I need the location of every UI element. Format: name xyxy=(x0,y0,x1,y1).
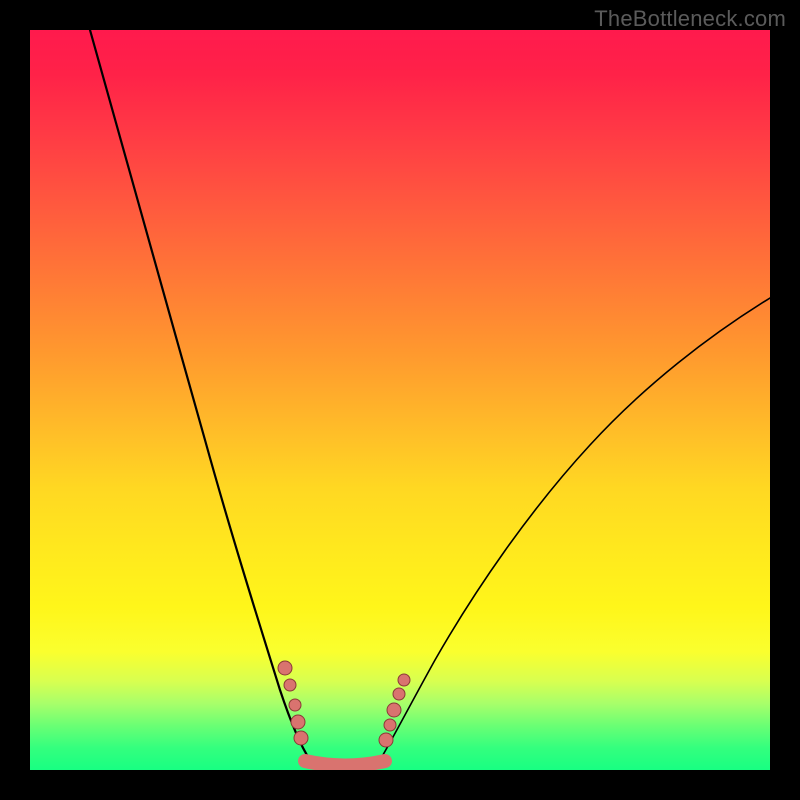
floor-highlight xyxy=(305,761,385,766)
marker-group-left xyxy=(278,661,308,745)
chart-frame: TheBottleneck.com xyxy=(0,0,800,800)
curve-right xyxy=(380,298,770,760)
marker-dot xyxy=(387,703,401,717)
curve-layer xyxy=(30,30,770,770)
marker-group-right xyxy=(379,674,410,747)
curve-left xyxy=(90,30,310,760)
marker-dot xyxy=(291,715,305,729)
marker-dot xyxy=(398,674,410,686)
marker-dot xyxy=(393,688,405,700)
marker-dot xyxy=(384,719,396,731)
marker-dot xyxy=(379,733,393,747)
marker-dot xyxy=(284,679,296,691)
marker-dot xyxy=(294,731,308,745)
plot-area xyxy=(30,30,770,770)
marker-dot xyxy=(289,699,301,711)
marker-dot xyxy=(278,661,292,675)
watermark-text: TheBottleneck.com xyxy=(594,6,786,32)
